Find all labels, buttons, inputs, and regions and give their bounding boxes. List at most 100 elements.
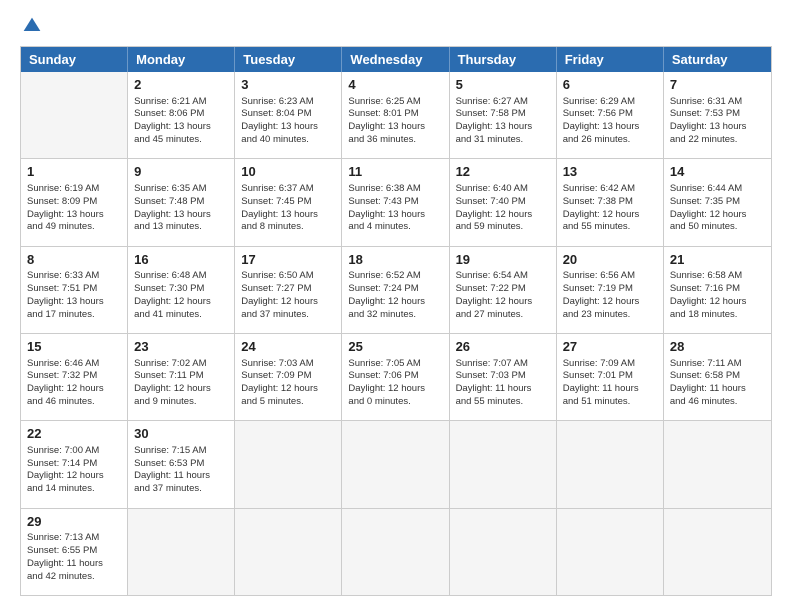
cell-info-line: Sunrise: 6:31 AM [670,96,765,109]
cell-info-line: Daylight: 13 hours [563,121,657,134]
page: SundayMondayTuesdayWednesdayThursdayFrid… [0,0,792,612]
cell-info-line: Sunset: 7:35 PM [670,196,765,209]
day-number: 24 [241,338,335,356]
cell-info-line: Daylight: 11 hours [670,383,765,396]
cell-info-line: Daylight: 11 hours [134,470,228,483]
cell-info-line: Sunset: 7:19 PM [563,283,657,296]
cell-info-line: Daylight: 12 hours [27,470,121,483]
cell-info-line: Daylight: 12 hours [456,209,550,222]
cell-info-line: and 42 minutes. [27,571,121,584]
cell-info-line: Sunrise: 6:56 AM [563,270,657,283]
cell-info-line: Daylight: 12 hours [348,296,442,309]
cell-info-line: Daylight: 13 hours [456,121,550,134]
calendar-header: SundayMondayTuesdayWednesdayThursdayFrid… [21,47,771,72]
cell-info-line: Sunrise: 6:40 AM [456,183,550,196]
cell-info-line: Daylight: 13 hours [27,209,121,222]
day-header-thursday: Thursday [450,47,557,72]
cell-info-line: and 40 minutes. [241,134,335,147]
day-number: 11 [348,163,442,181]
calendar-cell: 23Sunrise: 7:02 AMSunset: 7:11 PMDayligh… [128,334,235,420]
calendar-cell [664,421,771,507]
cell-info-line: and 51 minutes. [563,396,657,409]
calendar-cell: 15Sunrise: 6:46 AMSunset: 7:32 PMDayligh… [21,334,128,420]
day-header-sunday: Sunday [21,47,128,72]
day-header-wednesday: Wednesday [342,47,449,72]
calendar-cell [664,509,771,595]
cell-info-line: and 26 minutes. [563,134,657,147]
calendar-cell: 16Sunrise: 6:48 AMSunset: 7:30 PMDayligh… [128,247,235,333]
cell-info-line: and 55 minutes. [563,221,657,234]
cell-info-line: and 41 minutes. [134,309,228,322]
cell-info-line: Daylight: 12 hours [27,383,121,396]
day-header-tuesday: Tuesday [235,47,342,72]
calendar-cell: 24Sunrise: 7:03 AMSunset: 7:09 PMDayligh… [235,334,342,420]
calendar-cell: 29Sunrise: 7:13 AMSunset: 6:55 PMDayligh… [21,509,128,595]
logo-icon [22,16,42,36]
logo [20,16,42,36]
cell-info-line: and 18 minutes. [670,309,765,322]
day-number: 4 [348,76,442,94]
calendar-cell: 18Sunrise: 6:52 AMSunset: 7:24 PMDayligh… [342,247,449,333]
cell-info-line: Daylight: 12 hours [241,296,335,309]
cell-info-line: Sunrise: 6:21 AM [134,96,228,109]
cell-info-line: Sunset: 7:43 PM [348,196,442,209]
cell-info-line: Sunset: 7:58 PM [456,108,550,121]
day-number: 3 [241,76,335,94]
cell-info-line: Daylight: 13 hours [241,209,335,222]
cell-info-line: Sunset: 7:38 PM [563,196,657,209]
day-header-friday: Friday [557,47,664,72]
day-number: 25 [348,338,442,356]
cell-info-line: Daylight: 12 hours [670,209,765,222]
cell-info-line: and 37 minutes. [241,309,335,322]
calendar-cell: 3Sunrise: 6:23 AMSunset: 8:04 PMDaylight… [235,72,342,158]
calendar-row: 2Sunrise: 6:21 AMSunset: 8:06 PMDaylight… [21,72,771,159]
cell-info-line: Sunrise: 7:13 AM [27,532,121,545]
day-number: 17 [241,251,335,269]
cell-info-line: and 13 minutes. [134,221,228,234]
calendar-cell [128,509,235,595]
cell-info-line: Sunset: 7:14 PM [27,458,121,471]
cell-info-line: Daylight: 12 hours [134,296,228,309]
cell-info-line: Sunset: 7:51 PM [27,283,121,296]
calendar-cell: 30Sunrise: 7:15 AMSunset: 6:53 PMDayligh… [128,421,235,507]
cell-info-line: and 55 minutes. [456,396,550,409]
cell-info-line: and 36 minutes. [348,134,442,147]
day-number: 5 [456,76,550,94]
cell-info-line: Sunset: 8:06 PM [134,108,228,121]
calendar-cell: 2Sunrise: 6:21 AMSunset: 8:06 PMDaylight… [128,72,235,158]
calendar-cell: 8Sunrise: 6:33 AMSunset: 7:51 PMDaylight… [21,247,128,333]
cell-info-line: Daylight: 12 hours [456,296,550,309]
calendar-cell [450,509,557,595]
calendar-cell: 13Sunrise: 6:42 AMSunset: 7:38 PMDayligh… [557,159,664,245]
day-number: 1 [27,163,121,181]
cell-info-line: Sunrise: 6:54 AM [456,270,550,283]
cell-info-line: Daylight: 12 hours [563,296,657,309]
cell-info-line: Sunset: 6:58 PM [670,370,765,383]
day-number: 22 [27,425,121,443]
cell-info-line: Sunset: 6:53 PM [134,458,228,471]
cell-info-line: Sunset: 8:04 PM [241,108,335,121]
calendar-cell [342,509,449,595]
cell-info-line: Sunrise: 7:02 AM [134,358,228,371]
calendar-cell: 5Sunrise: 6:27 AMSunset: 7:58 PMDaylight… [450,72,557,158]
cell-info-line: and 32 minutes. [348,309,442,322]
cell-info-line: and 46 minutes. [27,396,121,409]
calendar-cell [342,421,449,507]
cell-info-line: and 0 minutes. [348,396,442,409]
cell-info-line: Sunset: 7:40 PM [456,196,550,209]
cell-info-line: Sunrise: 6:42 AM [563,183,657,196]
day-number: 20 [563,251,657,269]
cell-info-line: Sunrise: 7:09 AM [563,358,657,371]
cell-info-line: Sunset: 7:48 PM [134,196,228,209]
day-number: 30 [134,425,228,443]
cell-info-line: Sunrise: 6:46 AM [27,358,121,371]
day-number: 28 [670,338,765,356]
day-number: 9 [134,163,228,181]
calendar-cell: 26Sunrise: 7:07 AMSunset: 7:03 PMDayligh… [450,334,557,420]
day-number: 29 [27,513,121,531]
cell-info-line: and 9 minutes. [134,396,228,409]
day-number: 21 [670,251,765,269]
calendar-row: 29Sunrise: 7:13 AMSunset: 6:55 PMDayligh… [21,509,771,595]
day-number: 10 [241,163,335,181]
cell-info-line: and 23 minutes. [563,309,657,322]
